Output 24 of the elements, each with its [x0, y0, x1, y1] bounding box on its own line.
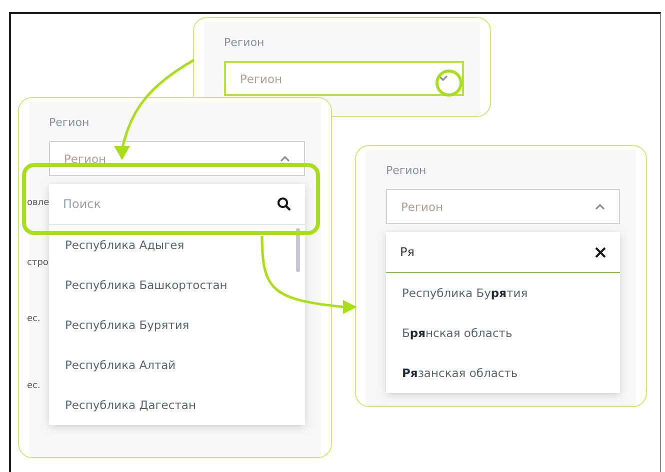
search-field[interactable]: Поиск — [63, 197, 213, 211]
background-text: ес. — [27, 381, 40, 391]
dropdown-option[interactable]: Республика Дагестан — [49, 385, 305, 425]
chevron-up-icon — [280, 155, 290, 162]
background-text: овле — [27, 198, 50, 208]
dropdown-option[interactable]: Брянская область — [386, 313, 620, 353]
highlight-circle — [436, 70, 462, 96]
field-label: Регион — [386, 164, 428, 177]
field-label: Регион — [224, 36, 266, 49]
field-label: Регион — [49, 116, 90, 129]
close-icon[interactable] — [595, 246, 606, 258]
search-icon — [277, 197, 291, 211]
dropdown-option[interactable]: Республика Башкортостан — [49, 265, 305, 305]
background-text: ес. — [27, 314, 40, 324]
scrollbar-thumb[interactable] — [296, 228, 300, 272]
dropdown-option[interactable]: Республика Адыгея — [49, 225, 305, 265]
dropdown-option[interactable]: Рязанская область — [386, 353, 620, 393]
chevron-down-icon — [438, 75, 448, 82]
background-text: стро — [27, 258, 48, 268]
dropdown-option[interactable]: Республика Алтай — [49, 345, 305, 385]
chevron-up-icon — [595, 203, 605, 210]
dropdown-option[interactable]: Республика Бурятия — [49, 305, 305, 345]
search-field[interactable]: Ря — [400, 245, 550, 259]
dropdown-option[interactable]: Республика Бурятия — [386, 273, 620, 313]
